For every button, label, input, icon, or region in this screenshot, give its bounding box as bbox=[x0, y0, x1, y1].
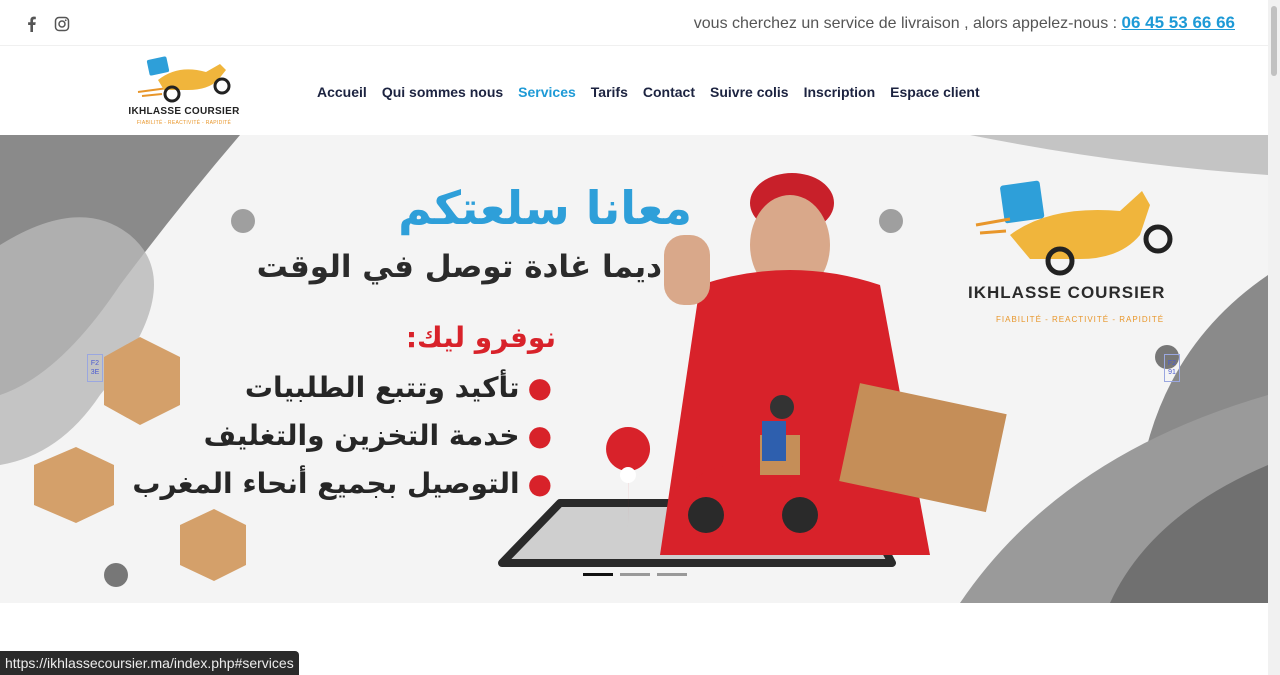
hero-list-item: ●التوصيل بجميع أنحاء المغرب bbox=[132, 467, 552, 500]
logo-name: IKHLASSE COURSIER bbox=[128, 106, 240, 117]
slider-dot[interactable] bbox=[620, 573, 650, 576]
hero-logo-name: IKHLASSE COURSIER bbox=[968, 283, 1166, 302]
nav-item-inscription[interactable]: Inscription bbox=[804, 84, 876, 100]
main-nav: Accueil Qui sommes nous Services Tarifs … bbox=[317, 84, 980, 100]
hero-subtitle: ديما غادة توصل في الوقت bbox=[256, 249, 662, 285]
page: vous cherchez un service de livraison , … bbox=[0, 0, 1280, 675]
map-pin-icon: ● bbox=[527, 371, 552, 404]
scooter-logo-icon bbox=[137, 56, 231, 103]
hero-list-item-text: خدمة التخزين والتغليف bbox=[203, 419, 520, 452]
nav-item-services[interactable]: Services bbox=[518, 84, 576, 100]
hero-logo-tagline: FIABILITÉ - REACTIVITÉ - RAPIDITÉ bbox=[996, 315, 1165, 324]
nav-item-qui-sommes-nous[interactable]: Qui sommes nous bbox=[382, 84, 503, 100]
logo-tagline: FIABILITÉ - REACTIVITÉ - RAPIDITÉ bbox=[136, 120, 232, 126]
hero-slider: معانا سلعتكم ديما غادة توصل في الوقت نوف… bbox=[0, 135, 1268, 603]
page-scrollbar[interactable] bbox=[1268, 0, 1280, 675]
hero-list-item: ●خدمة التخزين والتغليف bbox=[204, 419, 552, 452]
slider-dot[interactable] bbox=[657, 573, 687, 576]
status-url: https://ikhlassecoursier.ma/index.php#se… bbox=[0, 651, 299, 675]
top-bar: vous cherchez un service de livraison , … bbox=[0, 0, 1268, 46]
map-pin-icon: ● bbox=[527, 419, 552, 452]
slider-next-button[interactable]: F2 91 bbox=[1164, 354, 1180, 382]
slider-indicators bbox=[583, 573, 687, 576]
nav-item-espace-client[interactable]: Espace client bbox=[890, 84, 980, 100]
contact-message-text: vous cherchez un service de livraison , … bbox=[693, 15, 1122, 32]
nav-item-contact[interactable]: Contact bbox=[643, 84, 695, 100]
nav-item-tarifs[interactable]: Tarifs bbox=[591, 84, 628, 100]
hero-offer-heading: نوفرو ليك: bbox=[405, 321, 556, 354]
contact-message: vous cherchez un service de livraison , … bbox=[694, 13, 1235, 33]
hero-list-item-text: تأكيد وتتبع الطلبيات bbox=[244, 371, 520, 404]
social-links bbox=[24, 15, 70, 33]
instagram-icon[interactable] bbox=[54, 15, 70, 33]
nav-item-suivre-colis[interactable]: Suivre colis bbox=[710, 84, 789, 100]
facebook-icon[interactable] bbox=[24, 15, 40, 33]
site-logo[interactable]: IKHLASSE COURSIER FIABILITÉ - REACTIVITÉ… bbox=[128, 50, 240, 130]
phone-link[interactable]: 06 45 53 66 66 bbox=[1122, 13, 1235, 32]
slider-prev-button[interactable]: F2 3E bbox=[87, 354, 103, 382]
header: IKHLASSE COURSIER FIABILITÉ - REACTIVITÉ… bbox=[0, 46, 1268, 135]
nav-item-accueil[interactable]: Accueil bbox=[317, 84, 367, 100]
scrollbar-thumb[interactable] bbox=[1271, 6, 1277, 76]
hero-title: معانا سلعتكم bbox=[398, 181, 692, 235]
hero-list-item-text: التوصيل بجميع أنحاء المغرب bbox=[132, 467, 520, 500]
slider-dot[interactable] bbox=[583, 573, 613, 576]
hero-list-item: ●تأكيد وتتبع الطلبيات bbox=[245, 371, 552, 404]
map-pin-icon: ● bbox=[527, 467, 552, 500]
